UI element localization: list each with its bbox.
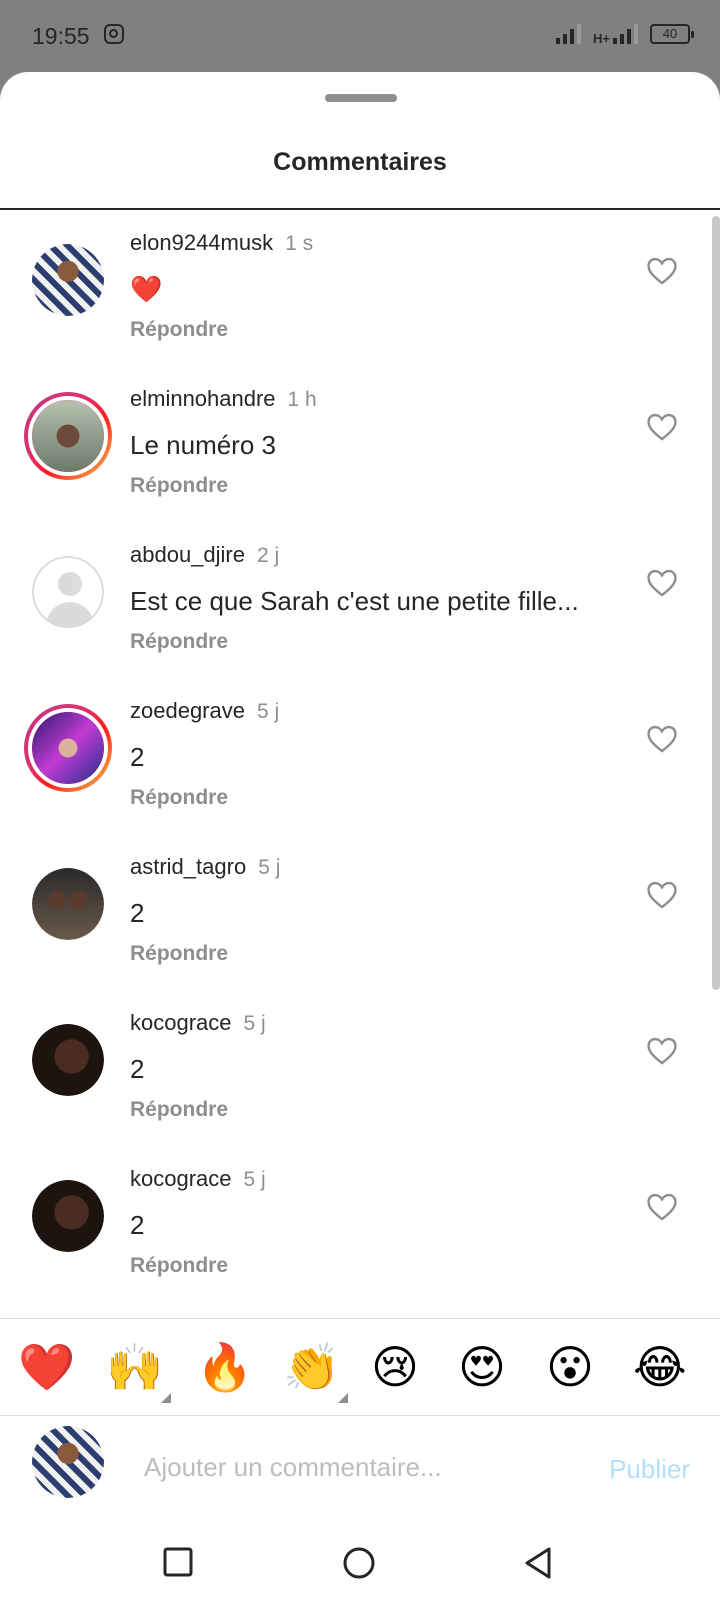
comment-time: 5 j	[243, 1012, 266, 1035]
heart-outline-icon[interactable]	[645, 254, 679, 288]
network-type: H+	[593, 31, 610, 46]
scrollbar[interactable]	[712, 216, 720, 990]
comment-time: 2 j	[256, 544, 280, 567]
reaction-raising-hands[interactable]: 🙌	[106, 1339, 163, 1395]
avatar[interactable]	[32, 868, 104, 940]
status-time: 19:55	[32, 23, 90, 49]
comment-text: Le numéro 3	[130, 430, 276, 460]
reply-button[interactable]: Répondre	[130, 786, 228, 810]
status-indicators: H+ 40	[556, 22, 694, 46]
comment-username[interactable]: zoedegrave	[130, 698, 245, 723]
heart-outline-icon[interactable]	[645, 1190, 679, 1224]
reaction-clapping-hands[interactable]: 👏	[283, 1339, 340, 1395]
comment-username[interactable]: astrid_tagro	[130, 854, 246, 879]
comment-text: 2	[130, 742, 145, 772]
avatar[interactable]	[32, 1024, 104, 1096]
skin-tone-indicator-icon	[161, 1393, 171, 1403]
comment-text: 2	[130, 898, 145, 928]
comment-username[interactable]: kocograce	[130, 1166, 232, 1191]
reply-button[interactable]: Répondre	[130, 942, 228, 966]
circle-icon[interactable]	[342, 1546, 376, 1580]
comment-input[interactable]: Ajouter un commentaire...	[144, 1452, 442, 1483]
sheet-drag-handle[interactable]	[325, 94, 397, 102]
sheet-title: Commentaires	[273, 148, 447, 176]
quick-reactions-bar: ❤️ 🙌 🔥 👏 😢 😍 😮 😂	[0, 1318, 720, 1416]
reply-button[interactable]: Répondre	[130, 1098, 228, 1122]
reaction-fire[interactable]: 🔥	[196, 1339, 253, 1395]
comment-username[interactable]: abdou_djire	[130, 542, 245, 567]
instagram-notification-icon	[104, 24, 124, 44]
reply-button[interactable]: Répondre	[130, 474, 228, 498]
comment-text: ❤️	[130, 274, 163, 304]
current-user-avatar	[32, 1426, 104, 1498]
comment-item: abdou_djire 2 j Est ce que Sarah c'est un…	[0, 522, 720, 682]
comment-time: 1 h	[287, 388, 317, 411]
comment-username[interactable]: elminnohandre	[130, 386, 276, 411]
reaction-heart[interactable]: ❤️	[18, 1339, 75, 1395]
avatar[interactable]	[32, 556, 104, 628]
triangle-back-icon[interactable]	[522, 1546, 554, 1580]
comment-text: 2	[130, 1054, 145, 1084]
comment-item: zoedegrave 5 j 2 Répondre	[0, 678, 720, 838]
comment-username[interactable]: kocograce	[130, 1010, 232, 1035]
reaction-surprised-face[interactable]: 😮	[546, 1339, 594, 1395]
heart-outline-icon[interactable]	[645, 722, 679, 756]
system-nav-bar	[0, 1518, 720, 1612]
heart-outline-icon[interactable]	[645, 878, 679, 912]
comment-item: kocograce 5 j 2 Répondre	[0, 990, 720, 1150]
battery-icon: 40	[650, 24, 694, 44]
avatar[interactable]	[24, 392, 112, 480]
avatar[interactable]	[32, 244, 104, 316]
skin-tone-indicator-icon	[338, 1393, 348, 1403]
comment-time: 5 j	[243, 1168, 266, 1191]
signal-icon	[556, 22, 582, 44]
comment-item: elminnohandre 1 h Le numéro 3 Répondre	[0, 366, 720, 526]
reply-button[interactable]: Répondre	[130, 630, 228, 654]
comment-text: Est ce que Sarah c'est une petite fille.…	[130, 586, 579, 616]
comment-time: 5 j	[256, 700, 280, 723]
comments-sheet: Commentaires elon9244musk 1 s ❤️ Répondre…	[0, 72, 720, 1612]
comment-item: astrid_tagro 5 j 2 Répondre	[0, 834, 720, 994]
heart-outline-icon[interactable]	[645, 410, 679, 444]
heart-outline-icon[interactable]	[645, 566, 679, 600]
mobile-data-icon: H+	[593, 22, 638, 46]
reply-button[interactable]: Répondre	[130, 318, 228, 342]
comment-time: 1 s	[285, 232, 314, 255]
comments-list[interactable]: elon9244musk 1 s ❤️ Répondre elminnohandr…	[0, 210, 720, 1390]
comment-composer: Ajouter un commentaire... Publier	[0, 1414, 720, 1518]
status-bar: 19:55 H+ 40	[0, 0, 720, 72]
reply-button[interactable]: Répondre	[130, 1254, 228, 1278]
reaction-heart-eyes[interactable]: 😍	[458, 1339, 506, 1395]
heart-outline-icon[interactable]	[645, 1034, 679, 1068]
comment-time: 5 j	[258, 856, 281, 879]
avatar[interactable]	[32, 1180, 104, 1252]
reaction-crying-face[interactable]: 😢	[371, 1339, 419, 1395]
reaction-laughing-face[interactable]: 😂	[633, 1339, 687, 1395]
comment-username[interactable]: elon9244musk	[130, 230, 273, 255]
comment-item: elon9244musk 1 s ❤️ Répondre	[0, 210, 720, 370]
publish-button[interactable]: Publier	[609, 1454, 690, 1485]
avatar[interactable]	[24, 704, 112, 792]
comment-item: kocograce 5 j 2 Répondre	[0, 1146, 720, 1306]
square-icon[interactable]	[162, 1546, 194, 1578]
comment-text: 2	[130, 1210, 145, 1240]
